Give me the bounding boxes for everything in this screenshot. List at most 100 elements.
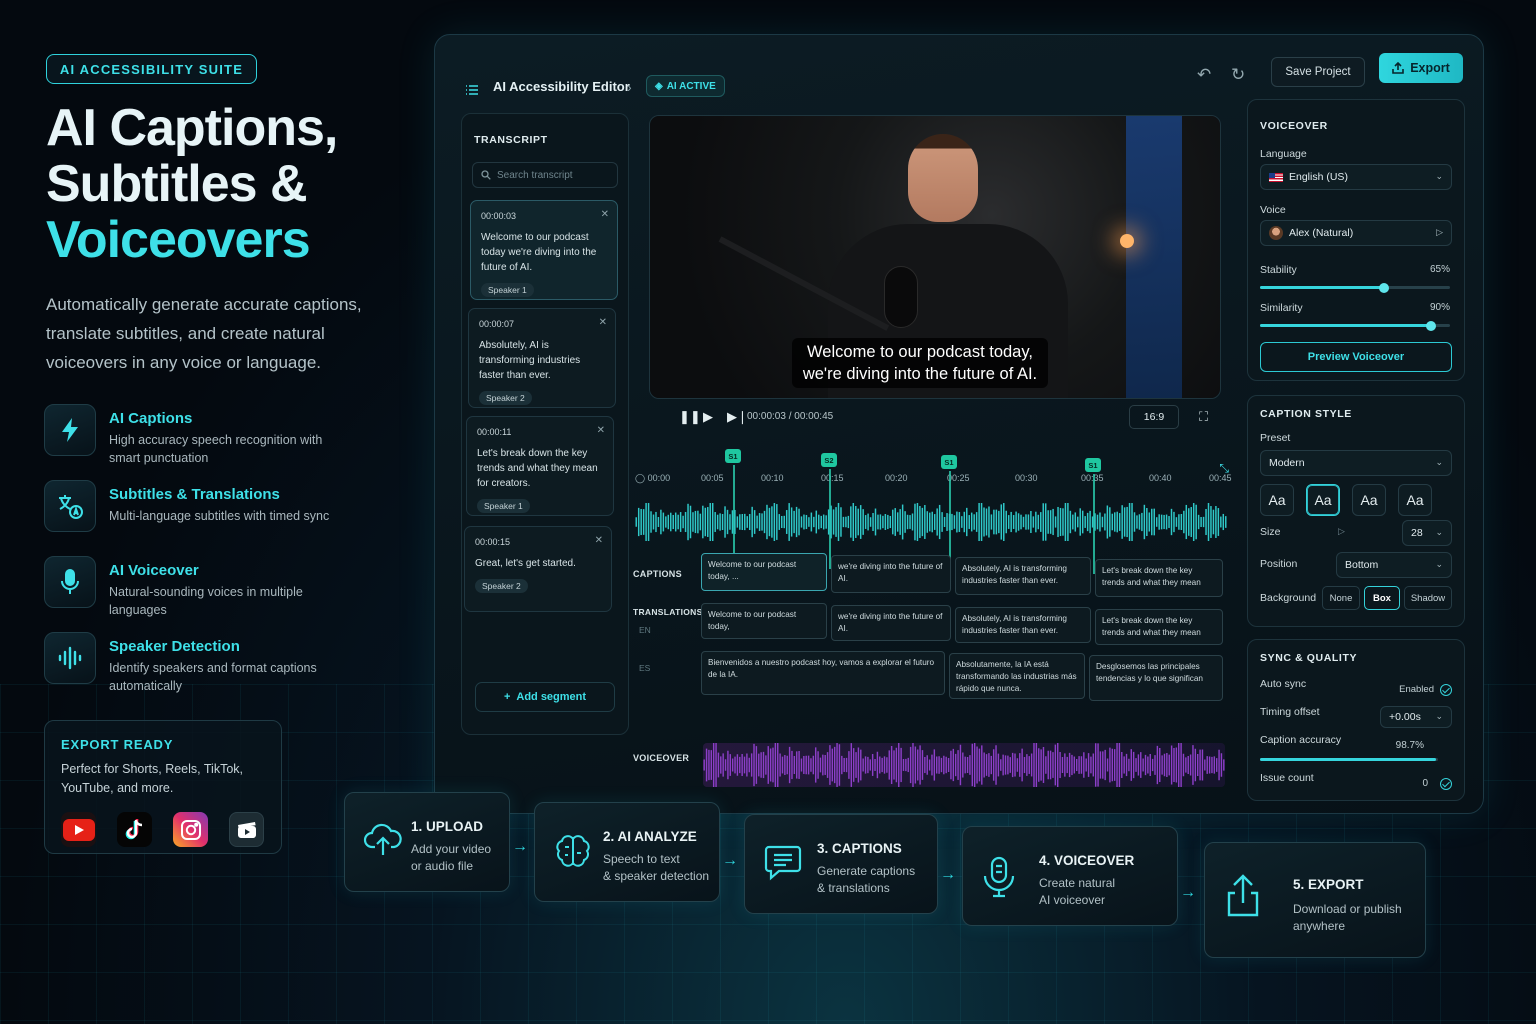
issue-count-value: 0 <box>1422 778 1428 789</box>
size-dropdown[interactable]: 28 ⌄ <box>1402 520 1452 546</box>
transcript-segment[interactable]: 00:00:03 ✕ Welcome to our podcast today … <box>470 200 618 300</box>
voice-selector[interactable]: Alex (Natural) ▷ <box>1260 220 1452 246</box>
export-button[interactable]: Export <box>1379 53 1463 83</box>
caption-clip[interactable]: Welcome to our podcast today, ... <box>701 553 827 591</box>
stability-label: Stability <box>1260 264 1297 276</box>
play-icon[interactable]: ▶ <box>703 409 713 425</box>
tiktok-icon[interactable] <box>117 812 152 847</box>
close-icon[interactable]: ✕ <box>597 425 605 436</box>
chevron-down-icon: ⌄ <box>1435 457 1443 467</box>
transcript-segment[interactable]: 00:00:07 ✕ Absolutely, AI is transformin… <box>468 308 616 408</box>
stability-slider[interactable] <box>1260 282 1450 293</box>
youtube-icon[interactable] <box>61 812 96 847</box>
close-icon[interactable]: ✕ <box>595 535 603 546</box>
segment-time: 00:00:03 <box>481 211 517 221</box>
language-label: Language <box>1260 148 1307 160</box>
speaker-marker[interactable]: S1 <box>941 455 957 469</box>
undo-icon[interactable]: ↶ <box>1197 65 1211 85</box>
redo-icon[interactable]: ↻ <box>1231 65 1245 85</box>
bg-option-none[interactable]: None <box>1322 586 1360 610</box>
cursor-icon: ▷ <box>1338 526 1345 536</box>
font-style-option[interactable]: Aa <box>1352 484 1386 516</box>
skip-forward-icon[interactable]: ▶❘ <box>727 409 748 425</box>
play-icon[interactable]: ▷ <box>1436 227 1443 238</box>
stability-value: 65% <box>1429 264 1450 275</box>
menu-icon[interactable] <box>465 83 479 101</box>
translation-clip-es[interactable]: Desglosemos las principales tendencias y… <box>1089 655 1223 701</box>
add-segment-button[interactable]: + Add segment <box>475 682 615 712</box>
font-style-option[interactable]: Aa <box>1260 484 1294 516</box>
translation-clip-en[interactable]: we're diving into the future of AI. <box>831 605 951 641</box>
tick-label: 00:20 <box>885 473 908 483</box>
caption-clip[interactable]: Let's break down the key trends and what… <box>1095 559 1223 597</box>
similarity-slider[interactable] <box>1260 320 1450 331</box>
preview-voiceover-button[interactable]: Preview Voiceover <box>1260 342 1452 372</box>
caption-clip[interactable]: we're diving into the future of AI. <box>831 555 951 593</box>
translation-clip-en[interactable]: Welcome to our podcast today, <box>701 603 827 639</box>
language-dropdown[interactable]: English (US) ⌄ <box>1260 164 1452 190</box>
language-value: English (US) <box>1289 171 1348 183</box>
transcript-search-input[interactable]: Search transcript <box>472 162 618 188</box>
font-style-option[interactable]: Aa <box>1398 484 1432 516</box>
lead-text: Automatically generate accurate captions… <box>46 295 362 372</box>
video-preview[interactable]: Welcome to our podcast today, we're divi… <box>649 115 1221 399</box>
position-dropdown[interactable]: Bottom ⌄ <box>1336 552 1452 578</box>
timing-offset-label: Timing offset <box>1260 706 1320 718</box>
speaker-marker[interactable]: S1 <box>1085 458 1101 472</box>
bg-option-shadow[interactable]: Shadow <box>1404 586 1452 610</box>
hero-line-1: AI Captions, <box>46 99 338 157</box>
microphone-icon <box>981 855 1017 904</box>
segment-text: Absolutely, AI is transforming industrie… <box>479 340 581 381</box>
timing-offset-dropdown[interactable]: +0.00s ⌄ <box>1380 706 1452 728</box>
us-flag-icon <box>1269 172 1283 182</box>
slider-knob[interactable] <box>1426 320 1436 331</box>
chevron-down-icon: ⌄ <box>1435 171 1443 181</box>
suite-badge: AI ACCESSIBILITY SUITE <box>46 54 257 84</box>
segment-time: 00:00:07 <box>479 319 515 329</box>
timeline: ⤡ ◯ 00:00 00:05 00:10 00:15 00:20 00:25 … <box>631 443 1232 797</box>
bg-option-box[interactable]: Box <box>1364 586 1400 610</box>
close-icon[interactable]: ✕ <box>601 209 609 220</box>
segment-time: 00:00:11 <box>477 427 512 437</box>
step-export: 5. EXPORT Download or publish anywhere <box>1204 842 1426 958</box>
save-project-button[interactable]: Save Project <box>1271 57 1365 87</box>
preset-dropdown[interactable]: Modern ⌄ <box>1260 450 1452 476</box>
similarity-label: Similarity <box>1260 302 1303 314</box>
feature-title: AI Voiceover <box>109 562 199 579</box>
speaker-marker[interactable]: S2 <box>821 453 837 467</box>
transcript-segment[interactable]: 00:00:15 ✕ Great, let's get started. Spe… <box>464 526 612 612</box>
aspect-ratio-button[interactable]: 16:9 <box>1129 405 1179 429</box>
translation-clip-es[interactable]: Bienvenidos a nuestro podcast hoy, vamos… <box>701 651 945 695</box>
audio-waveform[interactable] <box>635 503 1227 541</box>
translation-clip-en[interactable]: Let's break down the key trends and what… <box>1095 609 1223 645</box>
transcript-segment[interactable]: 00:00:11 ✕ Let's break down the key tren… <box>466 416 614 516</box>
speaker-marker[interactable]: S1 <box>725 449 741 463</box>
voiceover-heading: VOICEOVER <box>1260 120 1328 132</box>
check-circle-icon[interactable] <box>1440 684 1452 696</box>
plus-icon: + <box>503 691 511 703</box>
font-style-option-selected[interactable]: Aa <box>1306 484 1340 516</box>
caption-bubble-icon <box>763 843 803 886</box>
fullscreen-icon[interactable]: ⛶ <box>1199 409 1208 425</box>
step-title: 5. EXPORT <box>1293 877 1364 892</box>
export-ready-title: EXPORT READY <box>61 737 174 752</box>
caption-line-1: Welcome to our podcast today, <box>807 343 1033 361</box>
caption-overlay: Welcome to our podcast today, we're divi… <box>792 338 1048 388</box>
caption-clip[interactable]: Absolutely, AI is transforming industrie… <box>955 557 1091 595</box>
translation-clip-es[interactable]: Absolutamente, la IA está transformando … <box>949 653 1085 699</box>
tick-label: ◯ 00:00 <box>635 473 671 483</box>
sync-heading: SYNC & QUALITY <box>1260 652 1358 664</box>
slider-knob[interactable] <box>1378 282 1389 293</box>
sparkle-icon: ◈ <box>655 80 663 92</box>
accuracy-fill <box>1260 758 1436 761</box>
search-icon <box>481 170 491 180</box>
translation-clip-en[interactable]: Absolutely, AI is transforming industrie… <box>955 607 1091 643</box>
close-icon[interactable]: ✕ <box>599 317 607 328</box>
instagram-icon[interactable] <box>173 812 208 847</box>
lang-label-en: EN <box>639 625 651 635</box>
voiceover-waveform[interactable] <box>703 743 1225 787</box>
clapperboard-icon[interactable] <box>229 812 264 847</box>
step-analyze: 2. AI ANALYZE Speech to text & speaker de… <box>534 802 720 902</box>
pause-icon[interactable]: ❚❚ <box>679 409 701 425</box>
speaker-tag: Speaker 1 <box>477 499 530 513</box>
